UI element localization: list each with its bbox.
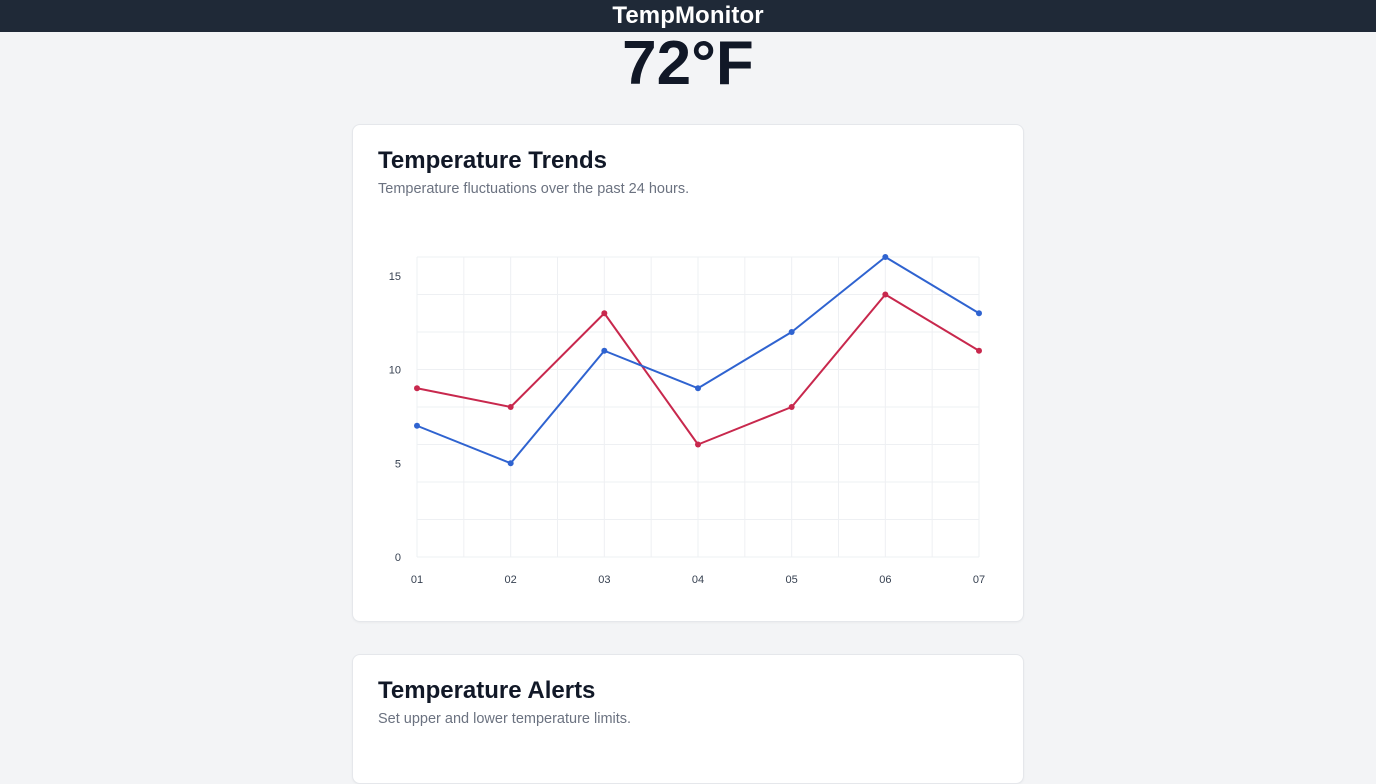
series-2-point	[507, 404, 514, 410]
x-tick-label: 05	[786, 574, 798, 586]
x-tick-label: 04	[692, 574, 704, 586]
series-2-point	[976, 347, 982, 354]
y-tick-label: 0	[395, 552, 401, 564]
temperature-alerts-card: Temperature Alerts Set upper and lower t…	[352, 654, 1024, 784]
alerts-subtitle: Set upper and lower temperature limits.	[378, 711, 632, 727]
x-tick-label: 06	[879, 574, 891, 586]
series-1-point	[882, 254, 889, 260]
app-title: TempMonitor	[612, 2, 764, 29]
y-tick-label: 15	[389, 271, 401, 283]
series-2-point	[601, 310, 608, 317]
series-1-point	[414, 422, 420, 429]
series-2-point	[788, 404, 795, 410]
x-tick-label: 03	[598, 574, 610, 586]
series-2-point	[414, 385, 420, 392]
series-1-point	[695, 385, 701, 392]
x-tick-label: 01	[411, 574, 423, 586]
temperature-line-chart: 05101501 02 03 04 05 06 07	[389, 254, 985, 586]
temperature-trends-card: Temperature Trends Temperature fluctuati…	[352, 124, 1024, 622]
y-tick-label: 5	[395, 458, 401, 470]
current-temperature: 72°F	[622, 29, 754, 98]
series-1-point	[788, 329, 795, 335]
x-tick-label: 02	[505, 574, 517, 586]
series-2-point	[695, 441, 701, 448]
series-1-point	[601, 347, 608, 354]
series-2-point	[882, 291, 889, 298]
series-1-point	[507, 460, 514, 467]
x-tick-label: 07	[973, 574, 985, 586]
y-tick-label: 10	[389, 365, 401, 377]
alerts-title: Temperature Alerts	[378, 677, 596, 704]
chart-grid	[416, 256, 980, 558]
series-1-point	[976, 310, 982, 317]
